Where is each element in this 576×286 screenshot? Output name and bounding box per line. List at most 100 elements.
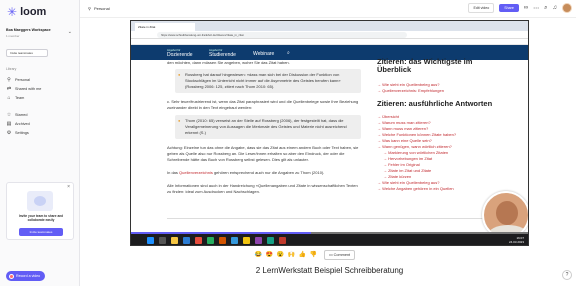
sidebar-item-shared[interactable]: ⇄ Shared with me [6,86,42,92]
app-icon [195,237,202,244]
video-player[interactable]: Zitate in Zitat https://www.schreibberat… [130,20,529,246]
sidebar-item-label: Archived [15,122,30,126]
text: In das [167,170,178,175]
avatar[interactable] [562,3,572,13]
shared-icon: ⇄ [6,86,12,92]
teams-icon [255,237,262,244]
comment-label: Comment [333,253,351,257]
toc-link: → Warum muss man zitieren? [377,120,431,125]
toc-link: → Wann genügen, wann wörtlich zitieren? [377,144,452,149]
clock-date: 24.03.2023 [508,240,524,244]
toc-link: → Fehler im Original [383,162,420,167]
help-button[interactable]: ? [562,270,572,280]
workspace-members: 1 member [6,34,20,38]
outlook-icon [231,237,238,244]
paragraph: c. Sehr teuer/frustrierend ist, wenn das… [167,99,359,110]
sidebar-item-settings[interactable]: ⚙ Settings [6,130,29,136]
reaction-button[interactable]: 😮 [276,251,285,260]
reaction-bar: 😂 😍 😮 🙌 👍 👎 ▭ Comment [254,250,356,260]
taskbar-clock: 16:07 24.03.2023 [509,236,524,244]
archive-icon: ▤ [6,121,12,127]
toc-link: → Quellenverzeichnis: Empfehlungen [377,88,444,93]
search-icon[interactable]: ⌕ [544,5,547,12]
quote-block: Thom (2010: 65) verweist an der Stelle a… [175,115,361,139]
workspace-switcher[interactable]: Boa Maeggers Workspace 1 member ⌄ [6,26,74,44]
paragraph: In das Quellenverzeichnis gehören entspr… [167,170,362,176]
sidebar-item-label: Starred [15,113,28,117]
sidebar-item-label: Shared with me [15,87,42,91]
app-icon [267,237,274,244]
logo-text: loom [20,6,47,18]
comment-button[interactable]: ▭ Comment [324,250,356,260]
record-video-button[interactable]: Record a video [6,271,46,281]
toc-link: → Zitate im Zitat und Zitate [383,168,432,173]
star-icon: ☆ [6,112,12,118]
reaction-button[interactable]: 👍 [298,251,307,260]
excel-icon [207,237,214,244]
toc-link: → Hervorhebungen im Zitat [383,156,433,161]
promo-invite-button[interactable]: Invite teammates [19,228,63,236]
person-icon: ⚲ [88,6,91,11]
reaction-button[interactable]: 😍 [265,251,274,260]
bell-icon[interactable]: ♫ [553,5,558,11]
link-icon[interactable]: ∞ [524,5,528,11]
url-field: https://www.schreibberatung-uni-frankfur… [157,32,407,38]
browser-urlbar: https://www.schreibberatung-uni-frankfur… [131,31,528,39]
library-label: Library [6,67,17,71]
sidebar-item-personal[interactable]: ⚲ Personal [6,77,30,83]
toc-link: → Zitate kürzen [383,174,412,179]
sidebar-item-label: Settings [15,131,29,135]
top-bar: ⚲ Personal Edit video Share ∞ ⋯ ⌕ ♫ [80,0,576,18]
quote-text: Thom (2010: 65) verweist an der Stelle a… [185,118,347,135]
loom-star-icon: ✳ [7,5,18,19]
reaction-button[interactable]: 🙌 [287,251,296,260]
sidebar: ✳ loom Boa Maeggers Workspace 1 member ⌄… [0,0,80,286]
nav-webinare: Webinare [253,52,274,57]
sidebar-item-archived[interactable]: ▤ Archived [6,121,30,127]
record-label: Record a video [16,274,41,278]
nav-studierende: Angebot für Studierende [209,48,236,58]
toc-link: → Welche Funktionen können Zitate haben? [377,132,457,137]
browser-tabbar: Zitate in Zitat [131,21,528,31]
search-icon [159,237,166,244]
close-icon[interactable]: × [67,184,70,190]
invite-promo-card: × Invite your team to share and collabor… [6,182,74,240]
toc-heading: Zitieren: ausführliche Antworten [377,99,493,108]
share-button[interactable]: Share [499,4,519,12]
sidebar-item-team[interactable]: ⌂ Team [6,95,24,101]
gear-icon: ⚙ [6,130,12,136]
reaction-button[interactable]: 👎 [309,251,318,260]
nav-dozierende: Angebot für Dozierende [167,48,193,58]
invite-teammates-button[interactable]: Invite teammates [6,49,48,57]
nav-label: Dozierende [167,52,193,58]
taskbar-apps [147,237,286,244]
edit-video-button[interactable]: Edit video [468,3,495,13]
person-icon: ⚲ [7,77,11,83]
windows-taskbar: 16:07 24.03.2023 [131,234,528,245]
paragraph: Achtung: Einzelne tun das ohne die Angab… [167,145,359,162]
folder-icon [171,237,178,244]
toc-link: → Wie sieht ein Quellenbeleg aus? [377,82,440,87]
sidebar-item-starred[interactable]: ☆ Starred [6,112,28,118]
sidebar-item-label: Team [15,96,25,100]
more-button[interactable]: ⋯ [533,5,539,12]
breadcrumb-label: Personal [93,6,110,11]
team-icon: ⌂ [7,95,11,101]
toc-link: → Markierung von wörtlichen Zitaten [383,150,449,155]
article-text: den möchten, dann müssen Sie angeben, wo… [167,60,362,234]
toc-link: → Was kann eine Quelle sein? [377,138,432,143]
link: Quellenverzeichnis [179,170,213,175]
breadcrumb[interactable]: ⚲ Personal [88,6,110,11]
recorded-page: den möchten, dann müssen Sie angeben, wo… [131,58,528,239]
toc-link: → Wann muss man zitieren? [377,126,429,131]
workspace-name: Boa Maeggers Workspace [6,28,51,32]
logo[interactable]: ✳ loom [7,6,46,18]
paragraph: Alle Informationen sind auch in der Hand… [167,183,358,194]
promo-illustration [27,191,53,211]
reaction-button[interactable]: 😂 [254,251,263,260]
toc-link: → Übersicht [377,114,400,119]
quote-text: Rossberg hat darauf hingewiesen: «dass m… [185,72,341,89]
loom-app: ✳ loom Boa Maeggers Workspace 1 member ⌄… [0,0,576,286]
text: gehören entsprechend auch nur die Angabe… [213,170,325,175]
sidebar-item-label: Personal [15,78,30,82]
